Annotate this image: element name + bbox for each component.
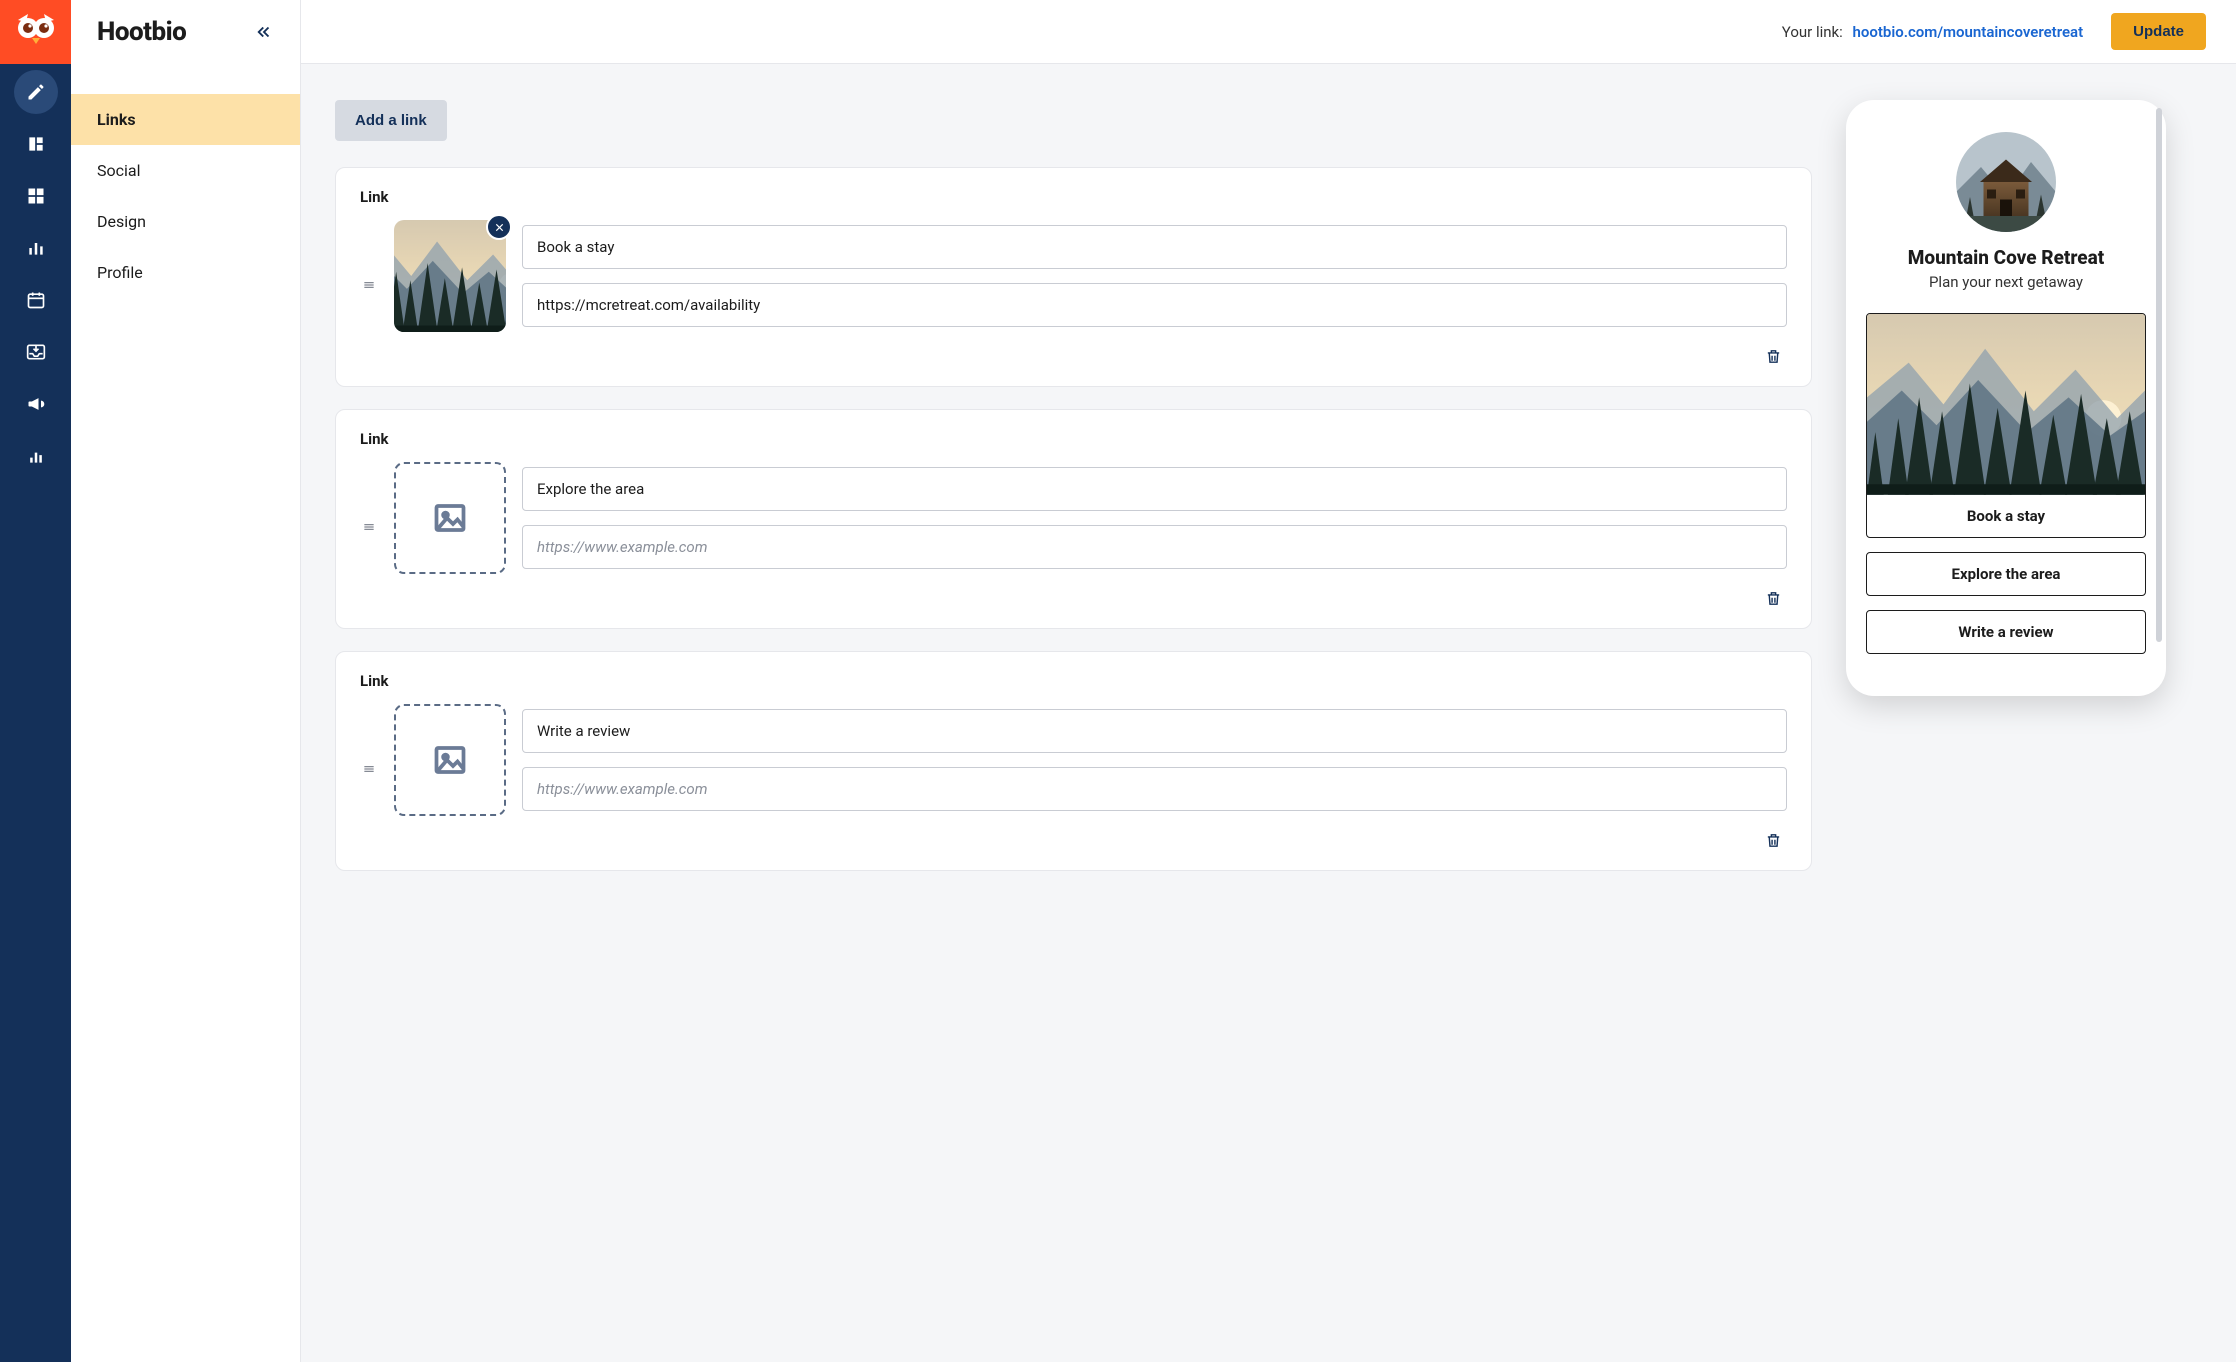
preview-name: Mountain Cove Retreat — [1864, 246, 2148, 269]
brand-logo — [0, 0, 71, 64]
rail-calendar[interactable] — [14, 278, 58, 322]
trash-icon — [1765, 590, 1782, 607]
preview-device: Mountain Cove Retreat Plan your next get… — [1846, 100, 2166, 696]
close-icon — [494, 222, 505, 233]
trash-icon — [1765, 832, 1782, 849]
link-thumbnail-placeholder[interactable] — [394, 704, 506, 816]
topbar: Your link: hootbio.com/mountaincoveretre… — [301, 0, 2236, 64]
preview-scrollbar[interactable] — [2156, 108, 2162, 688]
preview-avatar — [1956, 132, 2056, 232]
link-card: Link — [335, 409, 1812, 629]
link-title-input[interactable] — [522, 467, 1787, 511]
link-card: Link — [335, 167, 1812, 387]
sidebar-item-links[interactable]: Links — [71, 94, 300, 145]
rail-grid[interactable] — [14, 174, 58, 218]
rail-chart[interactable] — [14, 434, 58, 478]
sidebar-item-profile[interactable]: Profile — [71, 247, 300, 298]
sidebar-title: Hootbio — [97, 17, 186, 47]
editor-panel: Add a link Link — [301, 64, 1846, 1362]
preview-tagline: Plan your next getaway — [1864, 273, 2148, 291]
rail-megaphone[interactable] — [14, 382, 58, 426]
drag-handle-icon[interactable] — [360, 278, 378, 292]
nav-rail — [0, 0, 71, 1362]
delete-link-button[interactable] — [1759, 342, 1787, 370]
preview-link-label: Book a stay — [1867, 495, 2145, 537]
link-card: Link — [335, 651, 1812, 871]
preview-pane: Mountain Cove Retreat Plan your next get… — [1846, 64, 2236, 1362]
sidebar-item-social[interactable]: Social — [71, 145, 300, 196]
rail-inbox[interactable] — [14, 330, 58, 374]
delete-link-button[interactable] — [1759, 826, 1787, 854]
preview-link-item[interactable]: Explore the area — [1866, 552, 2146, 596]
your-link-url[interactable]: hootbio.com/mountaincoveretreat — [1853, 23, 2084, 41]
collapse-sidebar-button[interactable] — [250, 18, 278, 46]
update-button[interactable]: Update — [2111, 13, 2206, 50]
link-thumbnail[interactable] — [394, 220, 506, 332]
preview-link-label: Explore the area — [1867, 553, 2145, 595]
link-heading: Link — [360, 188, 1787, 206]
link-url-input[interactable] — [522, 525, 1787, 569]
owl-icon — [14, 10, 58, 54]
rail-analytics[interactable] — [14, 226, 58, 270]
preview-link-item[interactable]: Book a stay — [1866, 313, 2146, 538]
link-heading: Link — [360, 672, 1787, 690]
rail-style[interactable] — [14, 122, 58, 166]
link-thumbnail-placeholder[interactable] — [394, 462, 506, 574]
your-link-label: Your link: — [1782, 23, 1843, 41]
image-placeholder-icon — [432, 742, 468, 778]
remove-thumbnail-button[interactable] — [486, 214, 512, 240]
sidebar-nav: Links Social Design Profile — [71, 64, 300, 298]
image-placeholder-icon — [432, 500, 468, 536]
link-url-input[interactable] — [522, 283, 1787, 327]
your-link-text: Your link: hootbio.com/mountaincoveretre… — [1782, 23, 2083, 41]
link-heading: Link — [360, 430, 1787, 448]
add-link-button[interactable]: Add a link — [335, 100, 447, 141]
drag-handle-icon[interactable] — [360, 520, 378, 534]
delete-link-button[interactable] — [1759, 584, 1787, 612]
drag-handle-icon[interactable] — [360, 762, 378, 776]
sidebar-item-design[interactable]: Design — [71, 196, 300, 247]
preview-link-item[interactable]: Write a review — [1866, 610, 2146, 654]
sidebar: Hootbio Links Social Design Profile — [71, 0, 301, 1362]
rail-compose[interactable] — [14, 70, 58, 114]
trash-icon — [1765, 348, 1782, 365]
link-url-input[interactable] — [522, 767, 1787, 811]
preview-link-label: Write a review — [1867, 611, 2145, 653]
link-title-input[interactable] — [522, 225, 1787, 269]
chevron-double-left-icon — [255, 23, 273, 41]
link-title-input[interactable] — [522, 709, 1787, 753]
